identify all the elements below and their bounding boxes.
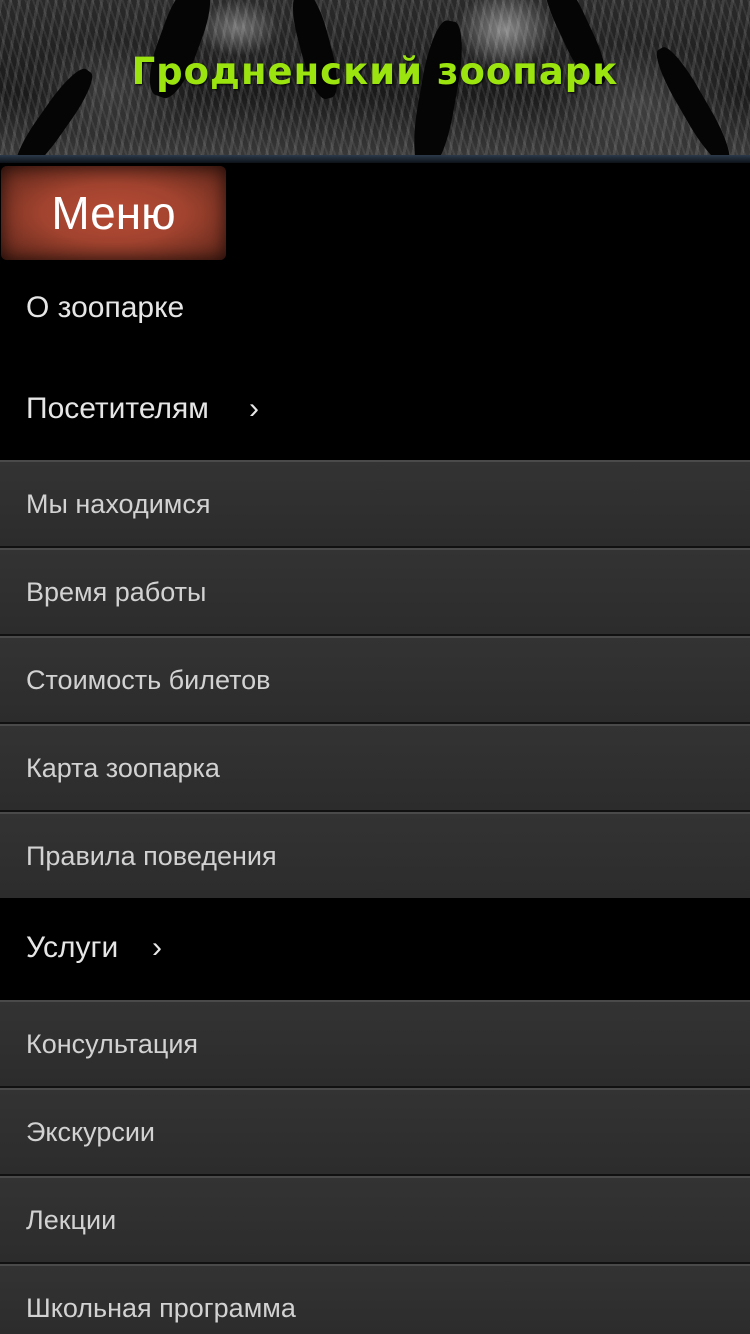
submenu-item-lectures[interactable]: Лекции (0, 1176, 750, 1262)
menu-item-label: Услуги (26, 931, 119, 964)
submenu-item-excursions[interactable]: Экскурсии (0, 1088, 750, 1174)
menu-toggle-button[interactable]: Меню (1, 166, 226, 260)
app-page: Гродненский зоопарк Меню О зоопарке Посе… (0, 0, 750, 1334)
menu-item-services[interactable]: Услуги › (0, 898, 750, 1000)
submenu-item-label: Карта зоопарка (26, 753, 220, 783)
submenu-item-label: Время работы (26, 577, 207, 607)
menu-item-about[interactable]: О зоопарке (0, 260, 750, 360)
submenu-item-label: Экскурсии (26, 1117, 156, 1147)
submenu-item-tickets[interactable]: Стоимость билетов (0, 636, 750, 722)
submenu-item-rules[interactable]: Правила поведения (0, 812, 750, 898)
submenu-item-label: Правила поведения (26, 841, 277, 871)
submenu-item-label: Мы находимся (26, 489, 211, 519)
site-title: Гродненский зоопарк (131, 50, 619, 93)
menu-item-label: Посетителям (26, 392, 209, 425)
menu-item-visitors[interactable]: Посетителям › (0, 360, 750, 460)
header-banner: Гродненский зоопарк (0, 0, 750, 158)
chevron-right-icon: › (152, 931, 162, 964)
banner-divider (0, 155, 750, 163)
submenu-item-hours[interactable]: Время работы (0, 548, 750, 634)
submenu-item-label: Школьная программа (26, 1293, 296, 1323)
chevron-right-icon: › (249, 392, 259, 425)
submenu-item-label: Стоимость билетов (26, 665, 271, 695)
submenu-item-label: Консультация (26, 1029, 199, 1059)
menu-item-label: О зоопарке (26, 291, 185, 324)
submenu-item-location[interactable]: Мы находимся (0, 460, 750, 546)
submenu-item-consultation[interactable]: Консультация (0, 1000, 750, 1086)
submenu-item-school-program[interactable]: Школьная программа (0, 1264, 750, 1334)
submenu-item-map[interactable]: Карта зоопарка (0, 724, 750, 810)
submenu-item-label: Лекции (26, 1205, 117, 1235)
